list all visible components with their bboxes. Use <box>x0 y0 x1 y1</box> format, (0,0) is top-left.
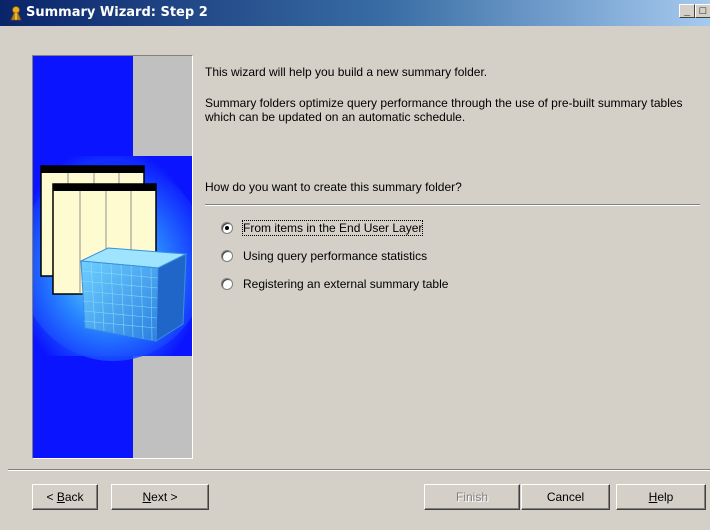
minimize-icon: _ <box>683 5 691 17</box>
next-button[interactable]: Next > <box>111 484 209 510</box>
back-button-prefix: < <box>46 490 57 504</box>
radio-indicator[interactable] <box>221 278 233 290</box>
next-button-accesskey: N <box>142 490 152 504</box>
maximize-icon: □ <box>699 5 707 17</box>
question-divider <box>205 204 700 206</box>
back-button-label: ack <box>64 490 84 504</box>
radio-query-statistics[interactable]: Using query performance statistics <box>221 248 427 264</box>
finish-button-label: Finish <box>455 490 488 504</box>
finish-button[interactable]: Finish <box>424 484 520 510</box>
back-button[interactable]: < Back <box>32 484 98 510</box>
wizard-graphic-panel <box>32 55 193 459</box>
help-button[interactable]: Help <box>616 484 706 510</box>
next-button-label: ext > <box>151 490 178 504</box>
minimize-button[interactable]: _ <box>679 4 695 18</box>
radio-indicator[interactable] <box>221 250 233 262</box>
question-label: How do you want to create this summary f… <box>205 180 462 194</box>
back-button-accesskey: B <box>56 490 65 504</box>
window-title: Summary Wizard: Step 2 <box>26 5 208 20</box>
radio-label[interactable]: Registering an external summary table <box>243 277 448 291</box>
radio-external-table[interactable]: Registering an external summary table <box>221 276 448 292</box>
radio-selected-indicator[interactable] <box>221 222 233 234</box>
footer-divider <box>8 469 710 471</box>
radio-label[interactable]: From items in the End User Layer <box>241 220 424 236</box>
wizard-app-icon <box>10 6 22 21</box>
data-cube-icon <box>79 247 188 342</box>
help-button-label: elp <box>657 490 674 504</box>
wizard-window: Summary Wizard: Step 2 _ □ × <box>0 0 710 530</box>
intro-text: This wizard will help you build a new su… <box>205 65 488 79</box>
maximize-button[interactable]: □ <box>695 4 710 18</box>
description-text: Summary folders optimize query performan… <box>205 96 683 124</box>
radio-end-user-layer[interactable]: From items in the End User Layer <box>221 220 424 236</box>
radio-label[interactable]: Using query performance statistics <box>243 249 427 263</box>
cancel-button-label: Cancel <box>546 490 585 504</box>
title-bar[interactable]: Summary Wizard: Step 2 _ □ × <box>0 0 710 26</box>
summary-folder-illustration <box>33 56 192 458</box>
cancel-button[interactable]: Cancel <box>521 484 610 510</box>
